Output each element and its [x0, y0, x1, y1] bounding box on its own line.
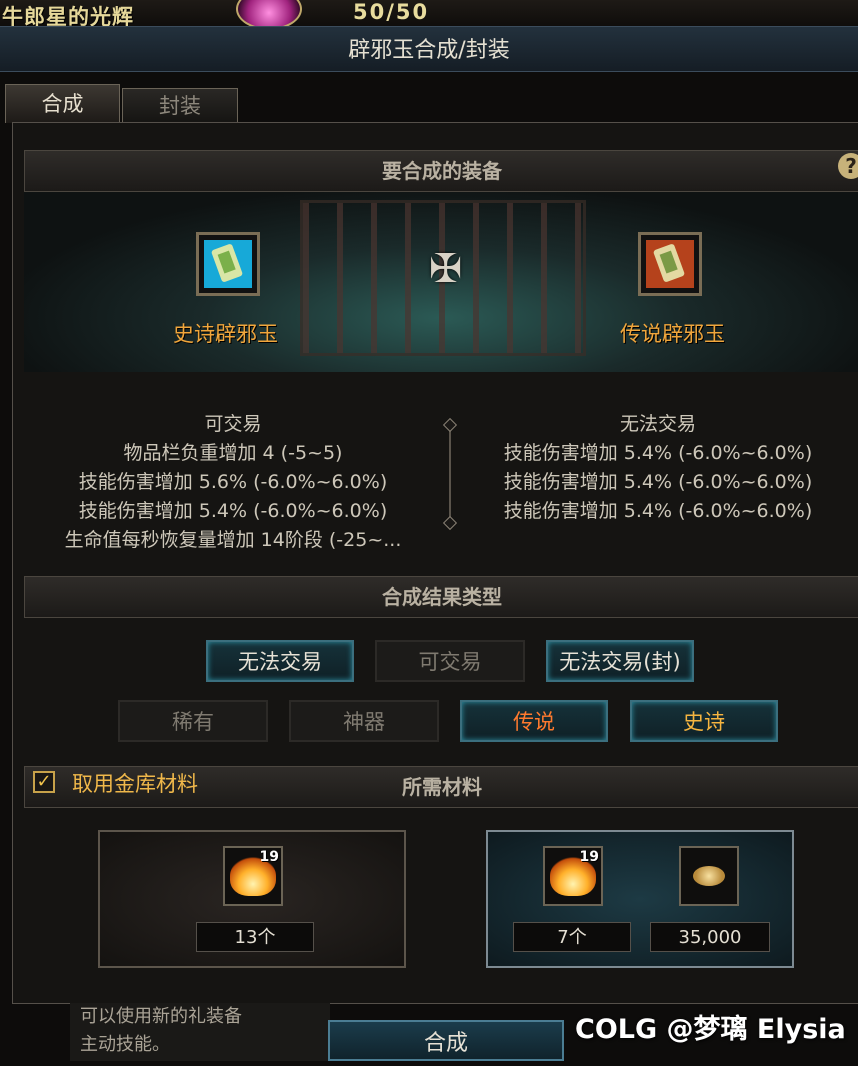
- option-untradable[interactable]: 无法交易: [206, 640, 354, 682]
- stats-divider: [449, 424, 451, 524]
- epic-charm-icon: [204, 240, 252, 288]
- required-gold-amount: 35,000: [650, 922, 770, 952]
- stat-line: 技能伤害增加 5.4% (-6.0%~6.0%): [78, 500, 388, 522]
- tab-synthesize[interactable]: 合成: [5, 84, 120, 123]
- stat-line: 技能伤害增加 5.4% (-6.0%~6.0%): [503, 500, 813, 522]
- synthesize-button[interactable]: 合成: [328, 1020, 564, 1061]
- stat-line: 物品栏负重增加 4 (-5~5): [123, 442, 343, 464]
- legendary-item-slot[interactable]: [638, 232, 702, 296]
- legendary-item-name: 传说辟邪玉: [620, 322, 725, 346]
- option-untradable-sealed[interactable]: 无法交易(封): [546, 640, 694, 682]
- option-artifact[interactable]: 神器: [289, 700, 439, 742]
- tab-seal[interactable]: 封装: [122, 88, 238, 123]
- bottom-note: 可以使用新的礼装备 主动技能。: [70, 1003, 330, 1061]
- use-vault-label[interactable]: 取用金库材料: [72, 768, 198, 798]
- option-tradable[interactable]: 可交易: [375, 640, 525, 682]
- required-material-count: 7个: [513, 922, 631, 952]
- watermark: COLG @梦璃 Elysia: [575, 1014, 846, 1045]
- result-type-section-header: 合成结果类型: [24, 576, 858, 618]
- trade-status: 无法交易: [619, 413, 696, 435]
- note-line: 主动技能。: [80, 1034, 170, 1055]
- note-line: 可以使用新的礼装备: [80, 1006, 242, 1027]
- required-material-slot[interactable]: 19: [543, 846, 603, 906]
- option-rare[interactable]: 稀有: [118, 700, 268, 742]
- stat-line: 技能伤害增加 5.4% (-6.0%~6.0%): [503, 442, 813, 464]
- plus-icon: ✠: [429, 246, 463, 292]
- stat-line: 技能伤害增加 5.4% (-6.0%~6.0%): [503, 471, 813, 493]
- legendary-item-stats: 无法交易 技能伤害增加 5.4% (-6.0%~6.0%) 技能伤害增加 5.4…: [458, 410, 858, 526]
- use-vault-checkbox[interactable]: ✓: [33, 771, 55, 793]
- trade-status: 可交易: [204, 413, 262, 435]
- stat-line: 生命值每秒恢复量增加 14阶段 (-25~...: [64, 529, 402, 551]
- window-title: 辟邪玉合成/封装: [348, 38, 510, 63]
- owned-material-count: 13个: [196, 922, 314, 952]
- equipment-section-header: 要合成的装备: [24, 150, 858, 192]
- option-legendary[interactable]: 传说: [460, 700, 608, 742]
- owned-material-slot[interactable]: 19: [223, 846, 283, 906]
- material-stack-badge: 19: [259, 849, 279, 865]
- gold-coin-icon: [693, 866, 725, 886]
- epic-item-name: 史诗辟邪玉: [173, 322, 278, 346]
- epic-item-slot[interactable]: [196, 232, 260, 296]
- help-icon[interactable]: ?: [838, 153, 858, 179]
- material-stack-badge: 19: [579, 849, 599, 865]
- gold-slot[interactable]: [679, 846, 739, 906]
- option-epic[interactable]: 史诗: [630, 700, 778, 742]
- stat-line: 技能伤害增加 5.6% (-6.0%~6.0%): [78, 471, 388, 493]
- legendary-charm-icon: [646, 240, 694, 288]
- epic-item-stats: 可交易 物品栏负重增加 4 (-5~5) 技能伤害增加 5.6% (-6.0%~…: [24, 410, 442, 555]
- buff-count: 50/50: [353, 0, 430, 24]
